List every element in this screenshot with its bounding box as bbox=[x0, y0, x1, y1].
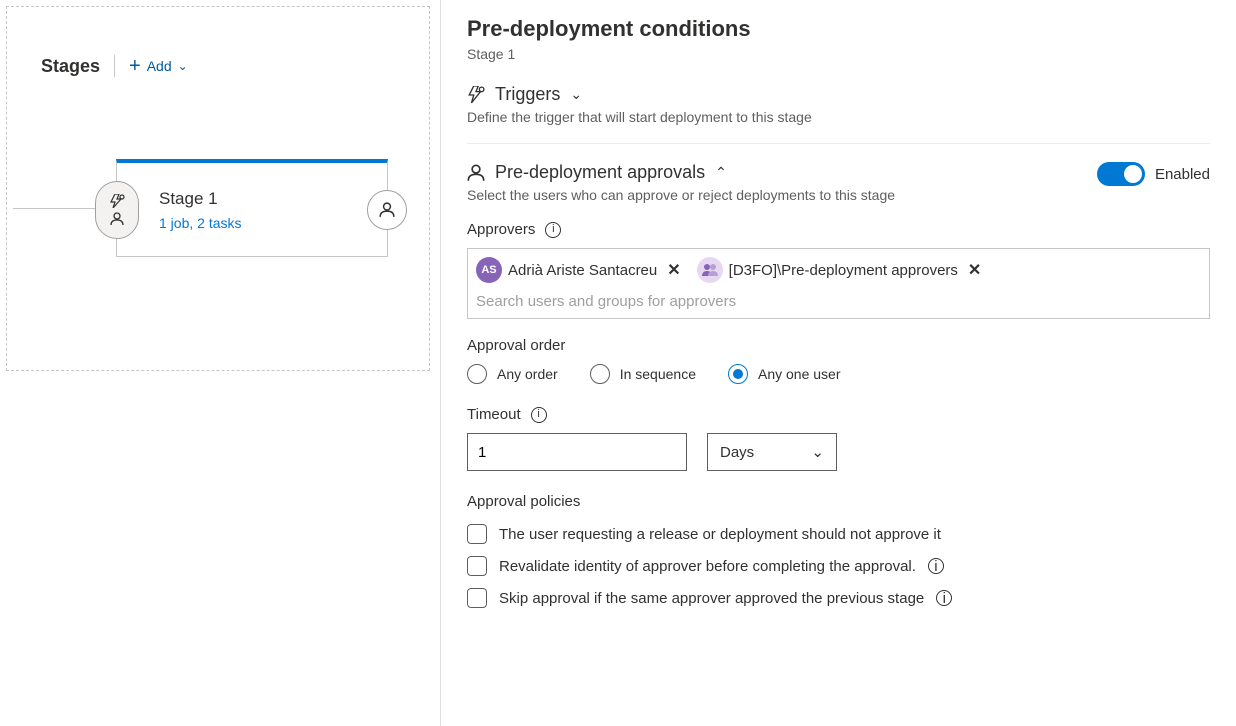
info-icon[interactable]: i bbox=[936, 590, 952, 606]
remove-chip-button[interactable]: ✕ bbox=[663, 260, 684, 280]
timeout-label-row: Timeout i bbox=[467, 406, 1210, 423]
approvals-section-toggle[interactable]: Pre-deployment approvals ⌃ bbox=[467, 162, 1097, 183]
timeout-unit-select[interactable]: Days ⌄ bbox=[707, 433, 837, 471]
radio-in-sequence[interactable]: In sequence bbox=[590, 364, 696, 384]
radio-any-order[interactable]: Any order bbox=[467, 364, 558, 384]
approvers-search-input[interactable] bbox=[472, 287, 1205, 316]
chevron-down-icon: ⌄ bbox=[178, 59, 188, 73]
panel-subtitle: Stage 1 bbox=[467, 46, 1210, 62]
info-icon[interactable]: i bbox=[545, 222, 561, 238]
policy-requester-cannot-approve[interactable]: The user requesting a release or deploym… bbox=[467, 524, 1210, 544]
approver-chip-user: AS Adrià Ariste Santacreu ✕ bbox=[474, 255, 689, 285]
post-deploy-conditions-button[interactable] bbox=[367, 190, 407, 230]
panel-title: Pre-deployment conditions bbox=[467, 16, 1210, 42]
person-icon bbox=[467, 164, 485, 182]
triggers-section-toggle[interactable]: Triggers ⌄ bbox=[467, 84, 1210, 105]
plus-icon: + bbox=[129, 56, 141, 76]
info-icon[interactable]: i bbox=[531, 407, 547, 423]
conditions-panel: Pre-deployment conditions Stage 1 Trigge… bbox=[440, 0, 1236, 726]
approvals-description: Select the users who can approve or reje… bbox=[467, 187, 1097, 203]
remove-chip-button[interactable]: ✕ bbox=[964, 260, 985, 280]
timeout-value-input[interactable] bbox=[467, 433, 687, 471]
chevron-down-icon: ⌄ bbox=[811, 443, 824, 461]
policies-label: Approval policies bbox=[467, 493, 1210, 510]
avatar: AS bbox=[476, 257, 502, 283]
chevron-up-icon: ⌃ bbox=[715, 164, 727, 181]
approvals-enable-toggle[interactable] bbox=[1097, 162, 1145, 186]
trigger-icon bbox=[467, 86, 485, 104]
policy-text: The user requesting a release or deploym… bbox=[499, 526, 941, 543]
trigger-icon bbox=[109, 194, 125, 208]
checkbox[interactable] bbox=[467, 524, 487, 544]
checkbox[interactable] bbox=[467, 588, 487, 608]
triggers-heading: Triggers bbox=[495, 84, 560, 105]
policy-skip-same-approver[interactable]: Skip approval if the same approver appro… bbox=[467, 588, 1210, 608]
chip-label: [D3FO]\Pre-deployment approvers bbox=[729, 262, 958, 279]
radio-label: In sequence bbox=[620, 366, 696, 382]
radio-label: Any one user bbox=[758, 366, 841, 382]
triggers-description: Define the trigger that will start deplo… bbox=[467, 109, 1210, 125]
pre-deploy-conditions-button[interactable] bbox=[95, 181, 139, 239]
stages-title: Stages bbox=[41, 56, 100, 77]
divider bbox=[114, 55, 115, 77]
policy-text: Skip approval if the same approver appro… bbox=[499, 590, 924, 607]
approvers-label-row: Approvers i bbox=[467, 221, 1210, 238]
select-value: Days bbox=[720, 444, 754, 461]
checkbox[interactable] bbox=[467, 556, 487, 576]
approvers-label: Approvers bbox=[467, 221, 535, 238]
add-label: Add bbox=[147, 58, 172, 74]
person-icon bbox=[379, 202, 395, 218]
divider bbox=[467, 143, 1210, 144]
approvals-enabled-label: Enabled bbox=[1155, 166, 1210, 183]
pipeline-canvas: Stages + Add ⌄ Stage 1 bbox=[0, 0, 440, 726]
approvers-picker[interactable]: AS Adrià Ariste Santacreu ✕ [D3FO]\Pre-d… bbox=[467, 248, 1210, 319]
stage-card[interactable]: Stage 1 1 job, 2 tasks bbox=[116, 159, 388, 257]
person-icon bbox=[110, 212, 124, 226]
add-stage-button[interactable]: + Add ⌄ bbox=[129, 56, 188, 76]
policy-revalidate-identity[interactable]: Revalidate identity of approver before c… bbox=[467, 556, 1210, 576]
info-icon[interactable]: i bbox=[928, 558, 944, 574]
radio-any-one-user[interactable]: Any one user bbox=[728, 364, 841, 384]
radio-label: Any order bbox=[497, 366, 558, 382]
stage-content: Stage 1 1 job, 2 tasks bbox=[159, 189, 242, 231]
stages-header: Stages + Add ⌄ bbox=[41, 55, 188, 77]
approvals-enable-toggle-wrap: Enabled bbox=[1097, 162, 1210, 186]
approver-chip-group: [D3FO]\Pre-deployment approvers ✕ bbox=[695, 255, 990, 285]
policy-text: Revalidate identity of approver before c… bbox=[499, 558, 916, 575]
approval-order-label: Approval order bbox=[467, 337, 1210, 354]
stage-tasks-link[interactable]: 1 job, 2 tasks bbox=[159, 215, 242, 231]
stages-container: Stages + Add ⌄ Stage 1 bbox=[6, 6, 430, 371]
chevron-down-icon: ⌄ bbox=[570, 86, 582, 103]
approvals-heading: Pre-deployment approvals bbox=[495, 162, 705, 183]
group-icon bbox=[697, 257, 723, 283]
timeout-label: Timeout bbox=[467, 406, 521, 423]
chip-label: Adrià Ariste Santacreu bbox=[508, 262, 657, 279]
stage-name: Stage 1 bbox=[159, 189, 242, 209]
